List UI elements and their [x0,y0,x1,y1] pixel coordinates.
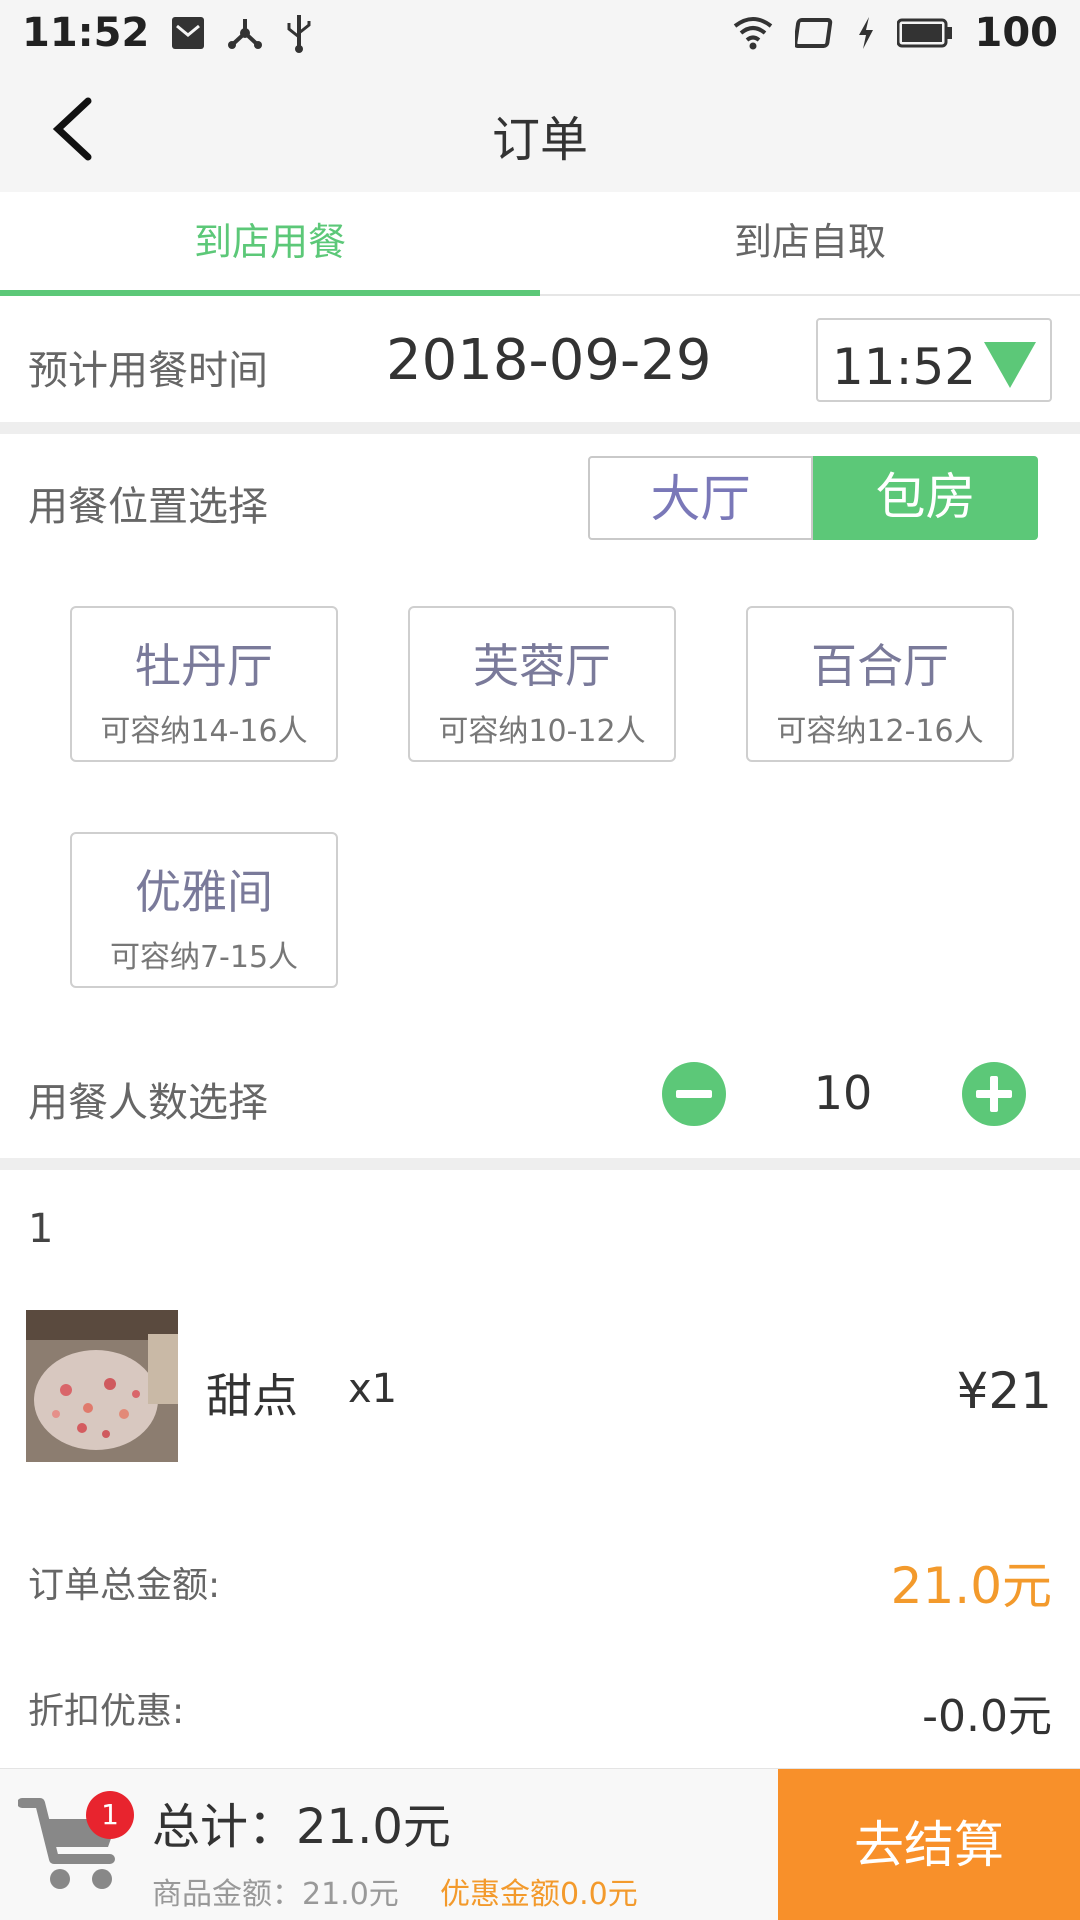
people-count: 10 [813,1066,873,1120]
grand-total: 总计：21.0元 [152,1799,451,1855]
dining-time-label: 预计用餐时间 [28,348,268,394]
dropdown-arrow-icon [984,342,1036,388]
location-segmented-control: 大厅 包房 [588,456,1038,540]
checkout-button[interactable]: 去结算 [778,1769,1080,1920]
discount-label: 折扣优惠: [28,1691,185,1732]
share-icon [227,15,263,51]
item-name: 甜点 [206,1369,298,1423]
discount-value: -0.0元 [922,1691,1052,1742]
usb-icon [285,13,313,53]
room-card[interactable]: 优雅间 可容纳7-15人 [70,832,338,988]
location-label: 用餐位置选择 [28,484,268,530]
charging-icon [857,17,875,49]
increase-people-button[interactable] [962,1062,1026,1126]
item-thumbnail [26,1310,178,1462]
status-bar: 11:52 100 [0,0,1080,66]
item-price: ¥21 [956,1362,1052,1420]
room-name: 优雅间 [135,865,273,919]
room-capacity: 可容纳12-16人 [776,714,984,749]
dining-time-value: 11:52 [832,338,977,396]
battery-level: 100 [974,10,1059,56]
location-hall-button[interactable]: 大厅 [588,456,813,540]
people-label: 用餐人数选择 [28,1080,268,1126]
dining-time-select[interactable]: 11:52 [816,318,1052,402]
room-capacity: 可容纳10-12人 [438,714,646,749]
room-name: 百合厅 [811,639,949,693]
discount-amount: 优惠金额0.0元 [440,1877,638,1912]
room-name: 牡丹厅 [135,639,273,693]
room-name: 芙蓉厅 [473,639,611,693]
decrease-people-button[interactable] [662,1062,726,1126]
room-capacity: 可容纳7-15人 [109,940,299,975]
section-divider [0,1158,1080,1170]
order-total-value: 21.0元 [890,1557,1052,1615]
dining-time-row: 预计用餐时间 2018-09-29 11:52 [0,298,1080,422]
checkout-bar: 1 总计：21.0元 商品金额：21.0元 优惠金额0.0元 去结算 [0,1768,1080,1920]
tab-dine-in[interactable]: 到店用餐 [0,192,540,296]
order-index: 1 [28,1206,54,1252]
wifi-icon [733,16,773,50]
section-divider [0,422,1080,434]
nav-bar: 订单 [0,66,1080,192]
status-time: 11:52 [22,10,150,56]
battery-icon [896,18,953,48]
item-quantity: x1 [348,1366,398,1412]
order-page: 11:52 100 订单 到店用餐 到店自取 预计用餐时间 2018-09-29… [0,0,1080,1920]
room-capacity: 可容纳14-16人 [100,714,308,749]
mail-icon [171,16,205,50]
order-type-tabs: 到店用餐 到店自取 [0,192,1080,296]
room-card[interactable]: 芙蓉厅 可容纳10-12人 [408,606,676,762]
page-title: 订单 [491,112,588,168]
room-card[interactable]: 百合厅 可容纳12-16人 [746,606,1014,762]
order-total-label: 订单总金额: [28,1565,221,1606]
rotate-screen-icon [794,17,835,49]
room-card[interactable]: 牡丹厅 可容纳14-16人 [70,606,338,762]
location-private-room-button[interactable]: 包房 [813,456,1038,540]
goods-amount: 商品金额：21.0元 [152,1877,399,1912]
tab-self-pickup[interactable]: 到店自取 [540,192,1080,294]
cart-count-badge: 1 [86,1791,134,1839]
dining-date[interactable]: 2018-09-29 [386,328,711,393]
